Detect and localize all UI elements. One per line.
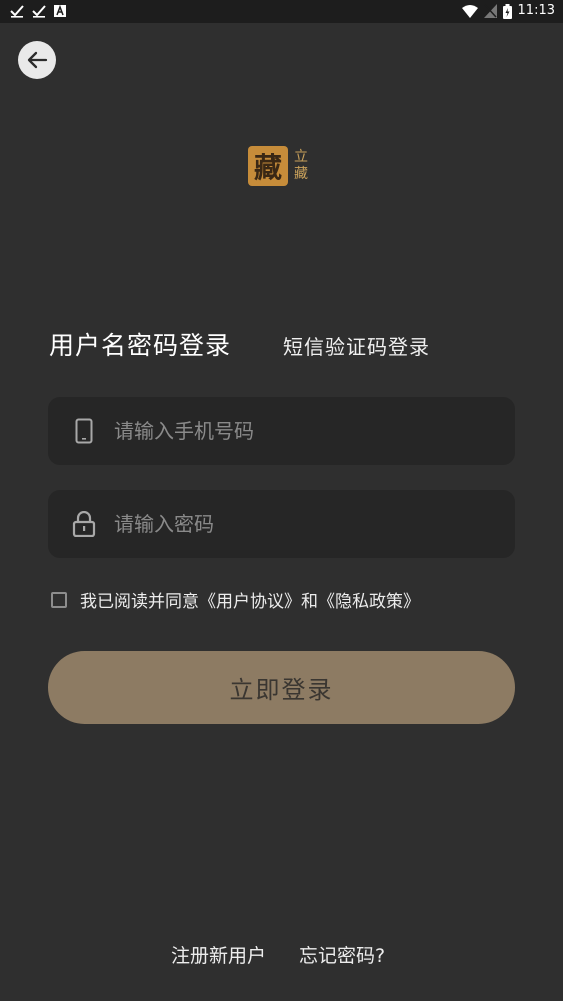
password-field[interactable] xyxy=(48,490,515,558)
text-a-icon xyxy=(54,5,66,17)
lock-icon xyxy=(68,511,100,537)
logo-seal: 藏 xyxy=(248,146,288,186)
agreement-text[interactable]: 我已阅读并同意《用户协议》和《隐私政策》 xyxy=(80,587,420,612)
phone-input[interactable] xyxy=(112,410,515,452)
battery-charging-icon xyxy=(502,3,512,19)
logo-side-bottom: 藏 xyxy=(294,166,308,182)
signal-muted-icon xyxy=(483,4,497,18)
wifi-icon xyxy=(461,5,478,18)
check-icon xyxy=(32,5,46,18)
logo-side-top: 立 xyxy=(294,149,308,165)
status-bar: 11:13 xyxy=(0,0,563,23)
tab-sms-code-login[interactable]: 短信验证码登录 xyxy=(283,331,430,360)
check-icon xyxy=(10,5,24,18)
status-time: 11:13 xyxy=(517,3,555,18)
arrow-left-icon xyxy=(27,51,48,69)
logo-side-text: 立 藏 xyxy=(294,149,308,183)
agreement-checkbox[interactable] xyxy=(51,591,67,608)
login-button[interactable]: 立即登录 xyxy=(48,651,515,724)
password-input[interactable] xyxy=(112,503,515,545)
register-link[interactable]: 注册新用户 xyxy=(171,941,266,968)
tab-username-password-login[interactable]: 用户名密码登录 xyxy=(49,326,231,362)
back-button[interactable] xyxy=(18,41,56,79)
status-right-icons: 11:13 xyxy=(461,3,555,19)
phone-field[interactable] xyxy=(48,397,515,465)
agreement-row: 我已阅读并同意《用户协议》和《隐私政策》 xyxy=(51,587,420,612)
status-left-icons xyxy=(10,4,66,18)
phone-icon xyxy=(68,418,100,444)
forgot-password-link[interactable]: 忘记密码? xyxy=(299,941,385,968)
app-logo: 藏 立 藏 xyxy=(248,143,318,189)
